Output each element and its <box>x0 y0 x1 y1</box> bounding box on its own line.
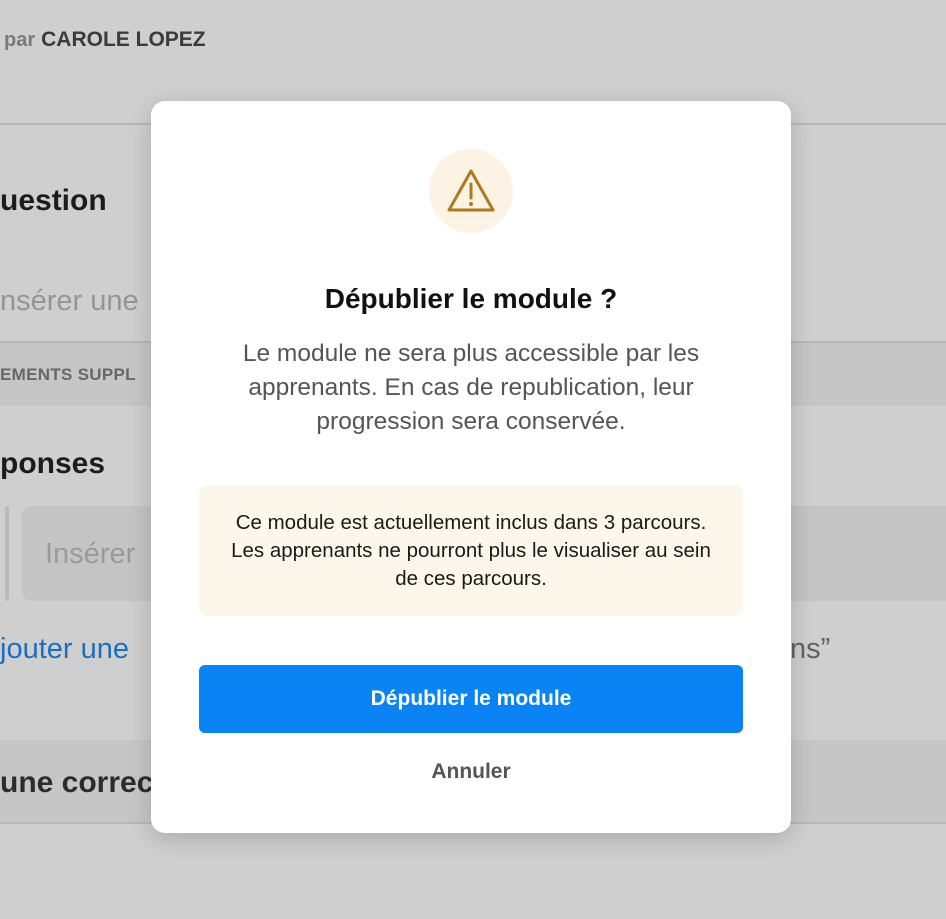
warning-icon-badge <box>429 149 513 233</box>
add-response-link[interactable]: jouter une <box>0 633 129 666</box>
warning-triangle-icon <box>447 169 495 212</box>
option-label-tail: ns” <box>790 633 831 665</box>
question-heading: uestion <box>0 184 107 217</box>
response-drag-handle[interactable] <box>5 506 9 601</box>
author-prefix: par <box>4 29 36 51</box>
additional-elements-label: EMENTS SUPPL <box>0 365 136 384</box>
dialog-description: Le module ne sera plus accessible par le… <box>242 340 700 435</box>
notice-text: Ce module est actuellement inclus dans 3… <box>231 510 711 590</box>
response-placeholder: Insérer <box>45 538 136 570</box>
question-input[interactable]: nsérer une <box>0 285 139 318</box>
parcours-warning-notice: Ce module est actuellement inclus dans 3… <box>199 485 743 616</box>
dialog-title: Dépublier le module ? <box>324 283 618 314</box>
unpublish-confirm-button[interactable]: Dépublier le module <box>199 665 743 733</box>
correction-label: une correc <box>0 766 154 799</box>
unpublish-dialog: Dépublier le module ? Le module ne sera … <box>151 101 791 833</box>
author-line: par CAROLE LOPEZ <box>4 28 206 52</box>
author-name: CAROLE LOPEZ <box>41 28 206 51</box>
responses-heading: ponses <box>0 447 106 480</box>
cancel-button[interactable]: Annuler <box>371 756 571 788</box>
